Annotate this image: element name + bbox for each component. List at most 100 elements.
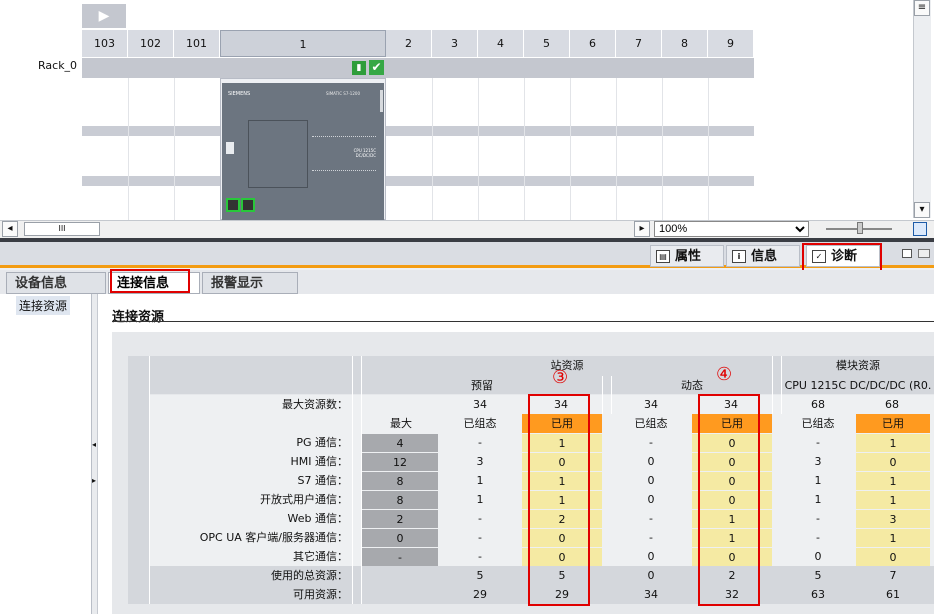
row-label: S7 通信：	[297, 474, 348, 487]
rack-label: Rack_0	[38, 59, 78, 72]
cell: -	[478, 512, 482, 525]
maximize-window-icon[interactable]	[918, 249, 930, 258]
slot-header-101[interactable]: 101	[174, 30, 220, 57]
cpu-model-short: CPU 1215C DC/DC/DC	[353, 148, 376, 158]
profinet-port-icon[interactable]	[241, 198, 255, 212]
cpu-side-bar	[380, 90, 383, 112]
row-selector-col	[128, 356, 150, 604]
row-label: 开放式用户通信：	[260, 493, 348, 506]
slot-header-103[interactable]: 103	[82, 30, 128, 57]
cell: -	[478, 531, 482, 544]
avail-dynamic-configured: 34	[644, 588, 658, 601]
avail-reserved-configured: 29	[473, 588, 487, 601]
cpu-brand: SIEMENS	[228, 91, 251, 97]
annotation-4: ④	[716, 364, 733, 385]
slot-header-8[interactable]: 8	[662, 30, 708, 57]
properties-icon: ▤	[656, 250, 670, 263]
restore-window-icon[interactable]	[902, 249, 912, 258]
col-separator	[361, 356, 362, 604]
cell-max: 8	[362, 491, 438, 509]
cell: -	[649, 436, 653, 449]
grid-line	[662, 78, 663, 220]
avail-module-used: 61	[886, 588, 900, 601]
grid-line	[478, 78, 479, 220]
row-label: PG 通信：	[296, 436, 348, 449]
cpu-series: SIMATIC S7-1200	[326, 91, 360, 96]
cpu-io-strip	[312, 170, 376, 173]
nav-item-connection-resources[interactable]: 连接资源	[16, 296, 71, 315]
cell-max: 4	[362, 434, 438, 452]
slot-header-5[interactable]: 5	[524, 30, 570, 57]
zoom-select[interactable]: 100%	[654, 221, 809, 237]
group-module-header: 模块资源	[836, 359, 880, 372]
col-header-reserved-configured: 已组态	[463, 417, 497, 430]
cell: 1	[814, 474, 822, 487]
tab-info[interactable]: i 信息	[726, 245, 800, 267]
zoom-slider-thumb[interactable]	[857, 222, 863, 234]
left-nav-pane	[0, 294, 92, 614]
tab-device-info[interactable]: 设备信息	[6, 272, 106, 294]
vertical-scrollbar[interactable]	[913, 0, 931, 218]
cell-used: 1	[856, 472, 930, 490]
cpu-display-window	[248, 120, 308, 188]
cell: -	[816, 436, 820, 449]
cell: 0	[647, 493, 655, 506]
highlight-box-4	[698, 394, 760, 606]
cell-used: 0	[856, 453, 930, 471]
row-label: 其它通信：	[293, 550, 348, 563]
rack-row	[82, 58, 754, 78]
splitter-arrow-left[interactable]: ◂	[92, 440, 96, 449]
slot-header-6[interactable]: 6	[570, 30, 616, 57]
splitter-arrow-right[interactable]: ▸	[92, 476, 96, 485]
menu-lines-icon[interactable]: ≡	[914, 0, 930, 16]
cell: 0	[647, 474, 655, 487]
scroll-right-button[interactable]: ▸	[634, 221, 650, 237]
total-module-used: 7	[889, 569, 897, 582]
grid-line	[524, 78, 525, 220]
cell: 0	[647, 455, 655, 468]
total-module-configured: 5	[814, 569, 822, 582]
sub-module-header: CPU 1215C DC/DC/DC (R0.	[784, 379, 932, 392]
profinet-port-icon[interactable]	[226, 198, 240, 212]
max-dynamic-configured: 34	[644, 398, 658, 411]
scroll-left-button[interactable]: ◂	[2, 221, 18, 237]
row-label: Web 通信：	[287, 512, 348, 525]
slot-header-4[interactable]: 4	[478, 30, 524, 57]
avail-label: 可用资源：	[293, 588, 348, 601]
collapse-arrow-button[interactable]: ▶	[82, 4, 126, 28]
grid-line	[616, 78, 617, 220]
info-icon: i	[732, 250, 746, 263]
avail-module-configured: 63	[811, 588, 825, 601]
cell-max: 2	[362, 510, 438, 528]
cell-used: 1	[856, 529, 930, 547]
overview-nav-icon[interactable]	[913, 222, 927, 236]
tab-alarm-display[interactable]: 报警显示	[202, 272, 298, 294]
col-header-module-configured: 已组态	[801, 417, 835, 430]
module-status-icon: ▮	[352, 61, 366, 75]
slot-header-7[interactable]: 7	[616, 30, 662, 57]
slot-header-102[interactable]: 102	[128, 30, 174, 57]
grid-line	[570, 78, 571, 220]
slot-header-2[interactable]: 2	[386, 30, 432, 57]
cell-used: 1	[856, 491, 930, 509]
cell-max: -	[362, 548, 438, 566]
cell-max: 0	[362, 529, 438, 547]
highlight-box-3	[528, 394, 590, 606]
slot-header-3[interactable]: 3	[432, 30, 478, 57]
grid-line	[174, 78, 175, 220]
annotation-3: ③	[552, 367, 569, 388]
col-header-module-used: 已用	[856, 414, 930, 433]
scroll-down-button[interactable]: ▾	[914, 202, 930, 218]
tab-properties-label: 属性	[675, 249, 702, 264]
cell: -	[816, 531, 820, 544]
col-separator	[352, 356, 353, 604]
slot-header-9[interactable]: 9	[708, 30, 754, 57]
slot-header-1[interactable]: 1	[220, 30, 386, 57]
hscroll-thumb[interactable]: III	[24, 222, 100, 236]
cell-used: 0	[856, 548, 930, 566]
cell-max: 12	[362, 453, 438, 471]
cpu-io-strip	[312, 136, 376, 139]
tab-properties[interactable]: ▤ 属性	[650, 245, 724, 267]
col-header-dynamic-configured: 已组态	[634, 417, 668, 430]
cell-used: 3	[856, 510, 930, 528]
